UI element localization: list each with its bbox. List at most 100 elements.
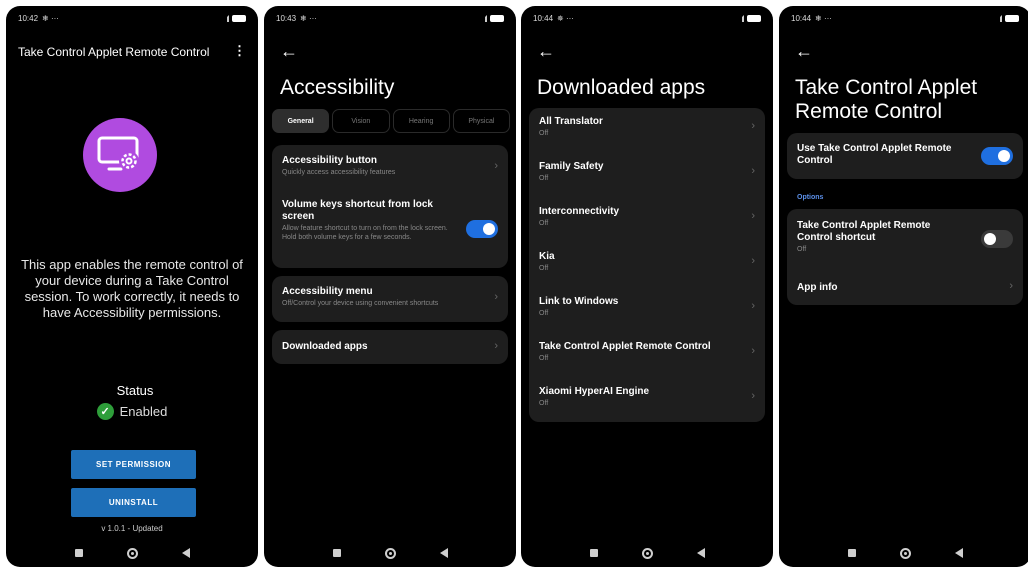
accessibility-menu-row[interactable]: Accessibility menu Off/Control your devi… <box>282 286 498 308</box>
app-state: Off <box>539 310 549 317</box>
home-icon[interactable] <box>126 547 138 559</box>
home-icon[interactable] <box>899 547 911 559</box>
row-subtitle: Allow feature shortcut to turn on from t… <box>282 225 448 241</box>
list-item[interactable]: Family Safety Off › <box>539 161 755 205</box>
accessibility-button-row[interactable]: Accessibility button Quickly access acce… <box>282 155 498 177</box>
set-permission-button[interactable]: SET PERMISSION <box>71 450 196 479</box>
app-name: Kia <box>539 251 555 262</box>
settings-card-downloaded: Downloaded apps › <box>272 330 508 364</box>
status-bar: 10:44 ✵ ··· <box>533 12 761 24</box>
recents-icon[interactable] <box>589 549 598 557</box>
app-info-row[interactable]: App info <box>797 282 1013 294</box>
back-arrow-icon[interactable]: ← <box>795 42 813 60</box>
category-tabs: General Vision Hearing Physical <box>272 109 510 133</box>
signal-icon <box>219 14 229 22</box>
recents-icon[interactable] <box>847 549 856 557</box>
status-time: 10:43 <box>276 13 297 23</box>
options-card: Take Control Applet Remote Control short… <box>787 209 1023 305</box>
home-icon[interactable] <box>384 547 396 559</box>
app-name: Take Control Applet Remote Control <box>539 341 711 352</box>
tab-hearing[interactable]: Hearing <box>392 109 450 133</box>
version-label: v 1.0.1 - Updated <box>101 524 163 533</box>
status-bar: 10:44 ❄ ··· <box>791 12 1019 24</box>
status-time: 10:44 <box>791 13 812 23</box>
battery-icon <box>490 14 504 22</box>
settings-card-menu: Accessibility menu Off/Control your devi… <box>272 276 508 322</box>
chevron-right-icon: › <box>751 255 755 267</box>
back-icon[interactable] <box>181 548 190 558</box>
navigation-bar <box>6 545 258 561</box>
row-title: Downloaded apps <box>282 341 368 352</box>
recents-icon[interactable] <box>74 549 83 557</box>
list-item[interactable]: Link to Windows Off › <box>539 296 755 340</box>
status-bar: 10:43 ❄ ··· <box>276 12 504 24</box>
page-title: Accessibility <box>280 76 395 99</box>
status-label: Status <box>116 383 154 398</box>
back-icon[interactable] <box>439 548 448 558</box>
app-state: Off <box>539 175 549 182</box>
chevron-right-icon: › <box>494 340 498 352</box>
volume-keys-toggle[interactable] <box>466 220 498 238</box>
signal-icon <box>992 14 1002 22</box>
tab-vision[interactable]: Vision <box>332 109 390 133</box>
chevron-right-icon: › <box>494 160 498 172</box>
chevron-right-icon: › <box>751 210 755 222</box>
use-app-row[interactable]: Use Take Control Applet Remote Control <box>797 143 967 167</box>
app-name: Xiaomi HyperAI Engine <box>539 386 650 397</box>
monitor-gear-icon <box>83 118 157 192</box>
status-bar: 10:42 ❄ ··· <box>18 12 246 24</box>
list-item[interactable]: All Translator Off › <box>539 116 755 160</box>
settings-card-shortcuts: Accessibility button Quickly access acce… <box>272 145 508 268</box>
row-subtitle: Off/Control your device using convenient… <box>282 300 439 307</box>
tab-general[interactable]: General <box>272 109 330 133</box>
volume-keys-row[interactable]: Volume keys shortcut from lock screen Al… <box>282 199 452 242</box>
status-notification-icons: ❄ ··· <box>300 13 317 23</box>
navigation-bar <box>521 545 773 561</box>
list-item[interactable]: Xiaomi HyperAI Engine Off › <box>539 386 755 430</box>
uninstall-button[interactable]: UNINSTALL <box>71 488 196 517</box>
list-item[interactable]: Interconnectivity Off › <box>539 206 755 250</box>
phone-screen-app: 10:42 ❄ ··· Take Control Applet Remote Co… <box>6 6 258 567</box>
use-app-toggle[interactable] <box>981 147 1013 165</box>
shortcut-row[interactable]: Take Control Applet Remote Control short… <box>797 220 967 254</box>
app-list-card: All Translator Off › Family Safety Off ›… <box>529 108 765 422</box>
list-item[interactable]: Take Control Applet Remote Control Off › <box>539 341 755 385</box>
list-item[interactable]: Kia Off › <box>539 251 755 295</box>
recents-icon[interactable] <box>332 549 341 557</box>
kebab-menu-icon[interactable]: ⋮ <box>233 43 246 59</box>
downloaded-apps-row[interactable]: Downloaded apps <box>282 341 498 353</box>
signal-icon <box>477 14 487 22</box>
back-icon[interactable] <box>696 548 705 558</box>
signal-icon <box>734 14 744 22</box>
tab-physical[interactable]: Physical <box>452 109 510 133</box>
app-state: Off <box>539 220 549 227</box>
app-name: Interconnectivity <box>539 206 620 217</box>
back-arrow-icon[interactable]: ← <box>280 42 298 60</box>
chevron-right-icon: › <box>1009 280 1013 292</box>
row-title: Take Control Applet Remote Control short… <box>797 220 931 243</box>
status-time: 10:44 <box>533 13 554 23</box>
shortcut-toggle[interactable] <box>981 230 1013 248</box>
page-title: Take Control Applet Remote Control <box>795 76 978 123</box>
chevron-right-icon: › <box>751 165 755 177</box>
row-title: Accessibility button <box>282 155 378 166</box>
options-section-label: Options <box>797 194 824 201</box>
phone-screen-app-accessibility: 10:44 ❄ ··· ← Take Control Applet Remote … <box>779 6 1028 567</box>
chevron-right-icon: › <box>494 291 498 303</box>
app-state: Off <box>539 130 549 137</box>
back-arrow-icon[interactable]: ← <box>537 42 555 60</box>
app-description: This app enables the remote control of y… <box>21 257 243 320</box>
page-title: Downloaded apps <box>537 76 706 99</box>
home-icon[interactable] <box>641 547 653 559</box>
app-title: Take Control Applet Remote Control <box>18 45 210 59</box>
status-notification-icons: ❄ ··· <box>815 13 832 23</box>
row-subtitle: Quickly access accessibility features <box>282 169 396 176</box>
battery-icon <box>1005 14 1019 22</box>
navigation-bar <box>779 545 1028 561</box>
status-value: Enabled <box>119 404 168 419</box>
app-name: Family Safety <box>539 161 604 172</box>
row-title: Accessibility menu <box>282 286 373 297</box>
chevron-right-icon: › <box>751 390 755 402</box>
app-state: Off <box>539 265 549 272</box>
back-icon[interactable] <box>954 548 963 558</box>
